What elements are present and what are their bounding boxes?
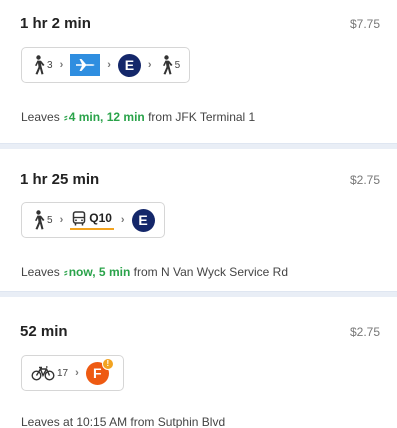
realtime-times: now, 5 min [68,265,131,279]
chevron-right-icon: › [107,59,111,71]
chevron-right-icon: › [147,59,152,71]
route-duration: 52 min [20,323,68,340]
route-option-2[interactable]: 1 hr 25 min $2.75 5 › Q10 › E Leaves ⸗no… [0,149,397,291]
walk-minutes: 5 [174,59,181,71]
departure-info: Leaves ⸗now, 5 min from N Van Wyck Servi… [21,265,288,279]
chevron-right-icon: › [75,367,79,379]
route-steps: 3 › › E › 5 [21,47,191,83]
route-price: $7.75 [349,17,380,31]
bike-step: 17 [31,365,68,381]
f-train-step: F ! [85,358,114,386]
e-train-badge: E [117,53,141,77]
walk-step: 5 [159,55,181,75]
route-steps: 5 › Q10 › E [21,202,165,238]
chevron-right-icon: › [59,59,64,71]
bike-minutes: 17 [57,367,69,379]
departure-info: Leaves at 10:15 AM from Sutphin Blvd [21,415,226,428]
walking-person-icon [162,55,173,75]
realtime-times: 4 min, 12 min [68,110,145,124]
bus-icon [72,210,86,225]
realtime-icon: ⸗ [64,267,68,279]
bus-step: Q10 [70,210,114,230]
route-option-3[interactable]: 52 min $2.75 17 › F ! Leaves at 10:15 AM… [0,297,397,428]
route-duration: 1 hr 25 min [20,171,100,188]
airplane-icon [76,59,95,71]
leaves-label: Leaves [21,110,60,124]
bus-route-label: Q10 [89,211,112,225]
walk-minutes: 3 [47,59,53,71]
route-price: $2.75 [349,325,380,339]
walk-step: 5 [31,210,53,230]
route-price: $2.75 [349,173,380,187]
realtime-icon: ⸗ [64,112,68,124]
departure-stop: from JFK Terminal 1 [148,110,256,124]
walk-minutes: 5 [47,214,53,226]
route-steps: 17 › F ! [21,355,124,391]
alert-icon: ! [101,358,114,370]
route-duration: 1 hr 2 min [20,15,91,32]
e-train-badge: E [131,208,155,232]
chevron-right-icon: › [59,214,64,226]
walk-step: 3 [31,55,53,75]
walking-person-icon [35,210,45,230]
route-option-1[interactable]: 1 hr 2 min $7.75 3 › › E › 5 Leaves ⸗4 m… [0,0,397,143]
departure-stop: from N Van Wyck Service Rd [133,265,288,279]
departure-info: Leaves ⸗4 min, 12 min from JFK Terminal … [21,110,255,124]
airtrain-icon [70,54,101,76]
leaves-label: Leaves [21,265,60,279]
bicycle-icon [31,366,55,381]
chevron-right-icon: › [120,214,125,226]
walking-person-icon [35,55,45,75]
